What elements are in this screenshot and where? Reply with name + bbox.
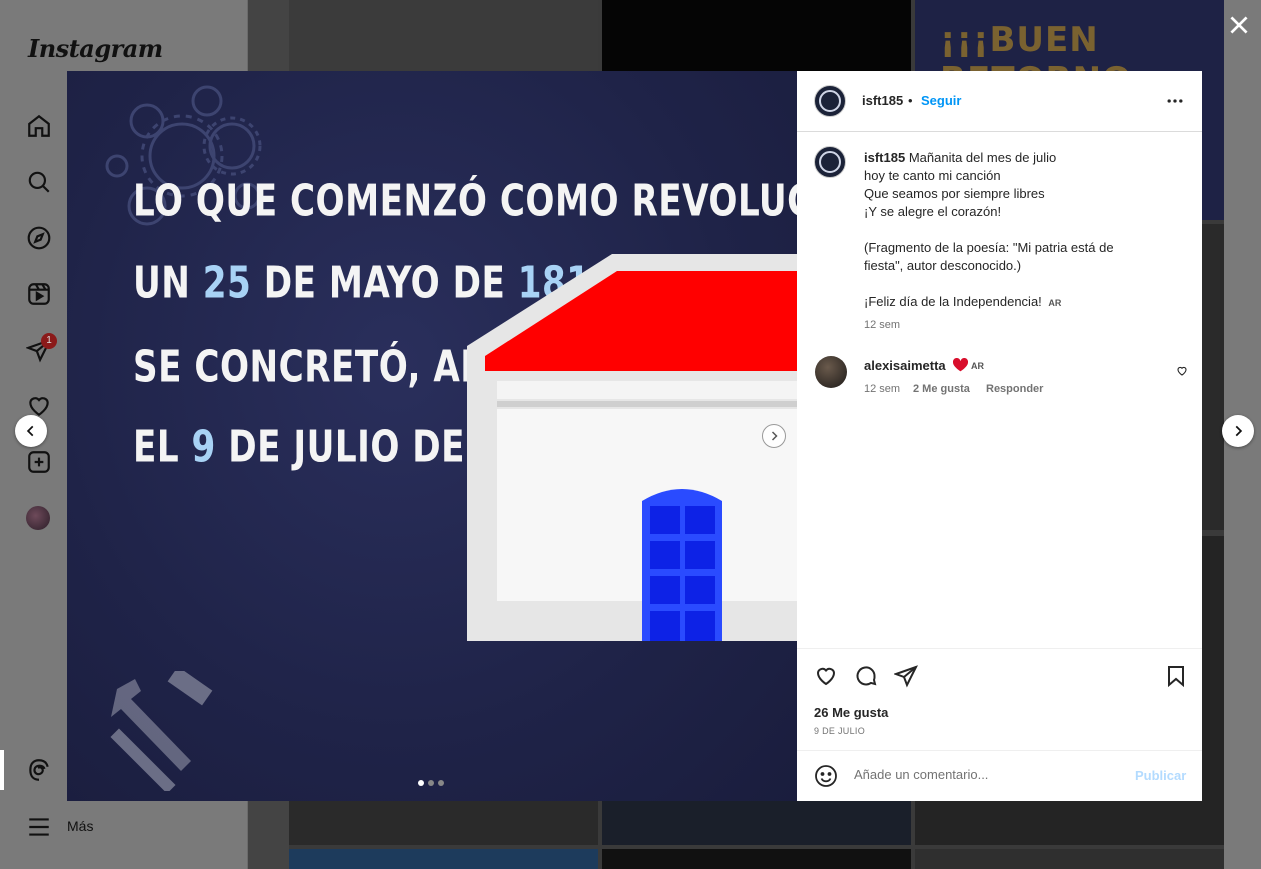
comment-input[interactable] [854,767,1114,782]
carousel-indicator [418,780,444,786]
post-details-panel: isft185 • Seguir isft185 Mañanita del me… [797,71,1202,801]
like-heart-icon[interactable] [814,664,838,688]
caption-text: ¡Y se alegre el corazón! [864,204,1002,219]
create-icon[interactable] [26,449,52,475]
carousel-dot [438,780,444,786]
instagram-post-modal-page: Instagram 1 Más ¡¡¡BUEN LO QUE COMENZÓ C… [0,0,1261,869]
caption-text: Que seamos por siempre libres [864,186,1045,201]
chevron-right-icon [771,431,778,441]
post-actions: 26 Me gusta 9 DE JULIO [797,648,1202,750]
post-modal: Lo que comenzó como revolución un 25 de … [67,71,1202,801]
grid-tile[interactable] [602,849,911,869]
share-icon[interactable] [894,664,918,688]
grid-tile[interactable] [289,849,598,869]
tools-decoration [110,671,213,791]
caption-text: (Fragmento de la poesía: "Mi patria está… [864,240,1114,255]
chevron-right-icon [1235,425,1243,437]
more-menu-icon[interactable] [26,814,52,840]
flag-tag: AR [1048,298,1062,308]
home-icon[interactable] [26,113,52,139]
carousel-dot [428,780,434,786]
post-media[interactable]: Lo que comenzó como revolución un 25 de … [67,71,797,801]
house-illustration [467,254,797,641]
slide-text: un [133,257,203,308]
follow-button[interactable]: Seguir [921,93,961,108]
more-options-icon[interactable] [1165,91,1185,111]
previous-post-button[interactable] [15,415,47,447]
search-icon[interactable] [26,169,52,195]
chevron-left-icon [26,425,34,437]
author-avatar[interactable] [814,85,846,117]
slide-text: el [133,421,192,472]
caption-text: Mañanita del mes de julio [908,150,1057,165]
instagram-logo[interactable]: Instagram [28,34,163,63]
emoji-icon[interactable] [814,764,838,788]
caption-text: ¡Feliz día de la Independencia! [864,294,1046,309]
grid-tile[interactable] [289,801,598,845]
slide-text-line-1: Lo que comenzó como revolución [133,175,797,226]
grid-tile[interactable] [602,801,911,845]
notification-badge: 1 [41,333,57,349]
caption-blank-line [864,275,1184,293]
reels-icon[interactable] [26,281,52,307]
edge-strip [0,750,4,790]
comment-like-icon[interactable] [1176,365,1188,377]
caption-author-avatar[interactable] [814,146,846,178]
grid-tile[interactable] [602,0,911,71]
comment-icon[interactable] [854,664,878,688]
profile-avatar[interactable] [26,506,50,530]
carousel-dot [418,780,424,786]
slide-highlight: 25 [202,257,252,308]
caption-blank-line [864,221,1184,239]
post-date[interactable]: 9 DE JULIO [814,726,865,736]
likes-count[interactable]: 26 Me gusta [814,705,888,720]
red-heart-emoji-icon [952,357,969,372]
grid-tile[interactable] [915,849,1224,869]
comment-likes-count[interactable]: 2 Me gusta [913,383,970,395]
caption-timestamp[interactable]: 12 sem [864,319,900,331]
commenter-avatar[interactable] [815,356,847,388]
carousel-next-button[interactable] [762,424,786,448]
post-header: isft185 • Seguir [797,71,1202,132]
reply-label: Responder [986,383,1044,395]
threads-icon[interactable] [26,757,52,783]
caption-text: fiesta", autor desconocido.) [864,258,1022,273]
caption-username[interactable]: isft185 [864,150,905,165]
slide-highlight: 9 [191,421,216,472]
save-bookmark-icon[interactable] [1164,664,1188,688]
grid-tile[interactable] [289,0,598,71]
slide-text: de julio de [215,421,478,472]
separator-dot: • [908,93,913,108]
author-username[interactable]: isft185 [862,93,903,108]
post-caption: isft185 Mañanita del mes de julio hoy te… [864,149,1184,312]
flag-tag: AR [971,361,984,371]
next-post-button[interactable] [1222,415,1254,447]
comment-likes-text: 2 Me gusta [913,383,970,395]
caption-text: hoy te canto mi canción [864,168,1001,183]
explore-icon[interactable] [26,225,52,251]
more-menu-label[interactable]: Más [67,818,93,834]
comment-timestamp[interactable]: 12 sem [864,383,900,395]
publish-button[interactable]: Publicar [1135,768,1186,783]
reply-button[interactable]: Responder [986,383,1043,395]
commenter-username[interactable]: alexisaimetta [864,358,946,373]
add-comment-bar: Publicar [797,750,1202,801]
close-icon[interactable] [1226,12,1252,38]
